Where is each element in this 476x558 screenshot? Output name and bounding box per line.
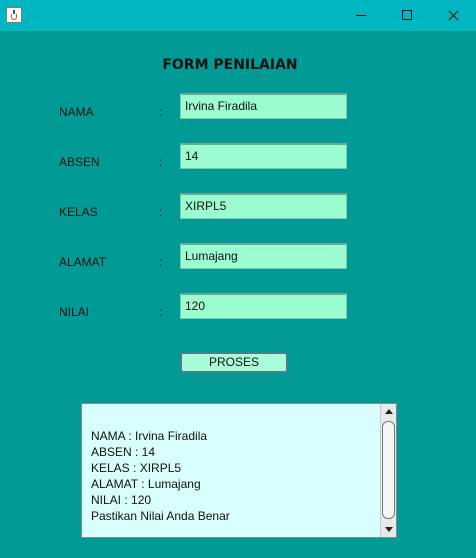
alamat-label: ALAMAT — [59, 255, 107, 269]
proses-button[interactable]: PROSES — [180, 352, 288, 373]
colon-separator: : — [159, 205, 163, 219]
title-bar — [0, 0, 476, 31]
output-line: NAMA : Irvina Firadila — [91, 429, 208, 443]
close-icon[interactable] — [430, 0, 476, 31]
colon-separator: : — [159, 305, 163, 319]
output-line: ABSEN : 14 — [91, 445, 156, 459]
nama-label: NAMA — [59, 105, 94, 119]
nama-field[interactable]: Irvina Firadila — [180, 93, 347, 119]
java-app-icon — [6, 7, 22, 23]
absen-label: ABSEN — [59, 155, 100, 169]
maximize-icon[interactable] — [384, 0, 430, 31]
kelas-field[interactable]: XIRPL5 — [180, 193, 347, 219]
scrollbar-thumb[interactable] — [382, 421, 395, 519]
output-text: NAMA : Irvina Firadila ABSEN : 14 KELAS … — [91, 428, 379, 524]
output-textarea[interactable]: NAMA : Irvina Firadila ABSEN : 14 KELAS … — [81, 403, 397, 538]
minimize-icon[interactable] — [338, 0, 384, 31]
output-line: NILAI : 120 — [91, 493, 152, 507]
colon-separator: : — [159, 155, 163, 169]
output-line: ALAMAT : Lumajang — [91, 477, 201, 491]
kelas-label: KELAS — [59, 205, 98, 219]
output-line: Pastikan Nilai Anda Benar — [91, 509, 230, 523]
nilai-label: NILAI — [59, 305, 90, 319]
output-line: KELAS : XIRPL5 — [91, 461, 182, 475]
alamat-field[interactable]: Lumajang — [180, 243, 347, 269]
nilai-field[interactable]: 120 — [180, 293, 347, 319]
colon-separator: : — [159, 105, 163, 119]
colon-separator: : — [159, 255, 163, 269]
vertical-scrollbar[interactable] — [380, 404, 396, 537]
form-title: FORM PENILAIAN — [162, 57, 298, 73]
scroll-up-arrow-icon[interactable] — [381, 404, 396, 419]
absen-field[interactable]: 14 — [180, 143, 347, 169]
scroll-down-arrow-icon[interactable] — [381, 522, 396, 537]
